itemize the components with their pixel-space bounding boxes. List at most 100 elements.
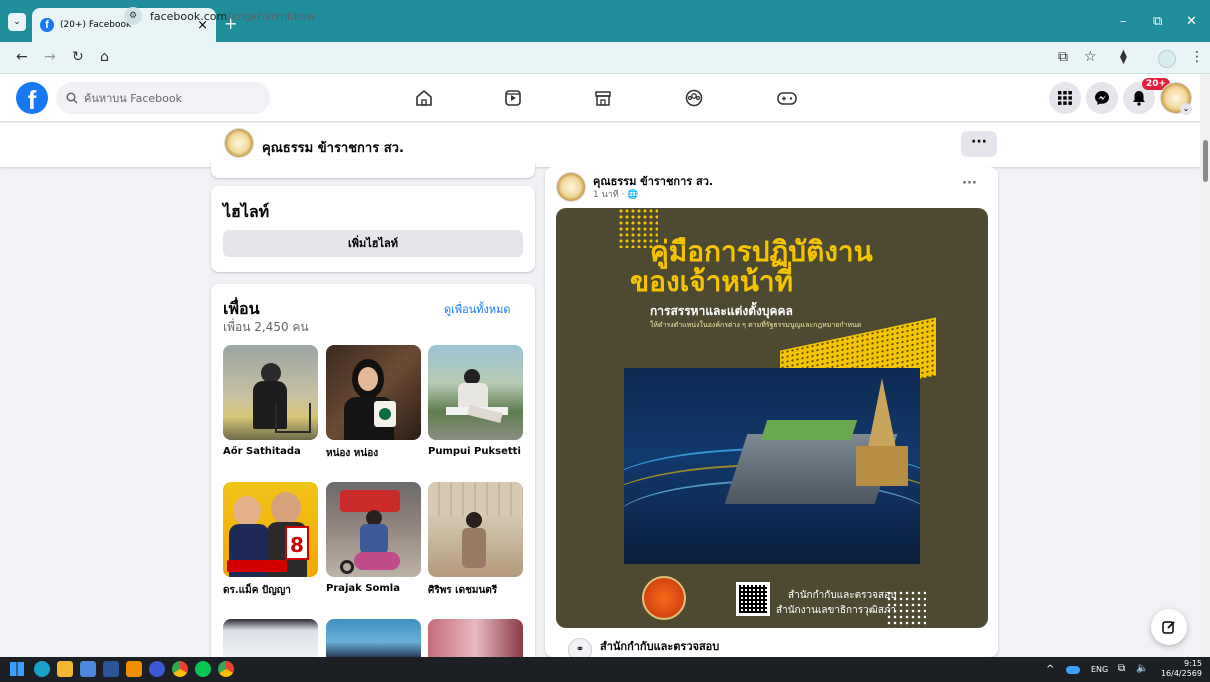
friend-name[interactable]: Aőr Sathitada	[223, 446, 318, 457]
friend-photo[interactable]	[326, 345, 421, 440]
post-more-button[interactable]: ···	[962, 176, 977, 191]
profile-avatar-small[interactable]	[224, 128, 254, 158]
search-placeholder: ค้นหาบน Facebook	[84, 92, 182, 105]
friend-name[interactable]: ศิริพร เดชมนตรี	[428, 583, 523, 598]
extensions-icon[interactable]: ⧫	[1120, 49, 1127, 65]
friend-name[interactable]: Prajak Somla	[326, 583, 421, 594]
word-icon[interactable]	[103, 661, 119, 677]
new-message-button[interactable]	[1151, 609, 1187, 645]
friend-card[interactable]: Pumpui Puksetti	[428, 345, 523, 457]
nav-marketplace-tab[interactable]	[590, 86, 616, 110]
poster-title-line2: ของเจ้าหน้าที่	[630, 265, 794, 298]
friend-photo[interactable]	[428, 345, 523, 440]
nav-video-tab[interactable]	[500, 86, 526, 110]
link-preview-title[interactable]: สำนักกำกับและตรวจสอบ	[600, 637, 719, 655]
friend-card[interactable]: หน่อง หน่อง	[326, 345, 421, 461]
friend-photo[interactable]	[428, 619, 523, 657]
back-arrow-icon[interactable]: ←	[16, 49, 28, 65]
intro-card-bottom	[211, 160, 535, 178]
volume-icon[interactable]: 🔈	[1136, 663, 1148, 674]
minimize-button[interactable]: –	[1120, 14, 1127, 29]
facebook-favicon-icon: f	[40, 18, 54, 32]
reload-icon[interactable]: ↻	[72, 49, 84, 65]
messenger-button[interactable]	[1086, 82, 1118, 114]
profile-sticky-header	[0, 123, 1200, 167]
marketplace-icon	[595, 91, 611, 106]
friend-card[interactable]: Prajak Somla	[326, 482, 421, 594]
poster-illustration	[624, 368, 920, 564]
chrome-profile-icon[interactable]	[218, 661, 234, 677]
friends-count: เพื่อน 2,450 คน	[223, 320, 309, 334]
home-icon[interactable]: ⌂	[100, 49, 109, 65]
scrollbar-thumb[interactable]	[1203, 140, 1208, 182]
friend-card[interactable]: 8 ดร.แม็ค ปัญญา	[223, 482, 318, 598]
add-highlights-button[interactable]: เพิ่มไฮไลท์	[223, 230, 523, 257]
profile-name[interactable]: คุณธรรม ข้าราชการ สว.	[262, 137, 404, 158]
friend-photo[interactable]	[223, 619, 318, 657]
restore-button[interactable]: ⧉	[1153, 14, 1162, 29]
nav-gaming-tab[interactable]	[774, 86, 800, 110]
facebook-logo[interactable]: f	[16, 82, 48, 114]
highlights-title: ไฮไลท์	[223, 202, 270, 221]
post-image[interactable]: คู่มือการปฏิบัติงาน ของเจ้าหน้าที่ การสร…	[556, 208, 988, 628]
address-toolbar	[0, 42, 1210, 74]
grid-menu-icon	[1058, 91, 1072, 105]
highlights-card	[211, 186, 535, 272]
facebook-search-input[interactable]: ค้นหาบน Facebook	[56, 82, 270, 114]
onedrive-icon[interactable]	[1066, 666, 1080, 674]
install-app-icon[interactable]: ⧉	[1058, 49, 1068, 65]
site-info-icon[interactable]: ⚙	[124, 7, 142, 25]
clock-date[interactable]: 16/4/2569	[1158, 669, 1202, 678]
friend-photo[interactable]: 8	[223, 482, 318, 577]
poster-subtitle: การสรรหาและแต่งตั้งบุคคล	[650, 304, 793, 318]
gaming-icon	[777, 92, 797, 105]
nav-groups-tab[interactable]	[681, 86, 707, 110]
network-icon[interactable]: ⧉	[1118, 663, 1125, 674]
friend-photo[interactable]	[326, 619, 421, 657]
close-window-button[interactable]: ✕	[1186, 14, 1197, 29]
notepad-icon[interactable]	[80, 661, 96, 677]
tray-chevron-icon[interactable]: ^	[1046, 664, 1054, 675]
post-timestamp[interactable]: 1 นาที · 🌐	[593, 187, 639, 201]
senate-seal-logo	[642, 576, 686, 620]
bookmark-star-icon[interactable]: ☆	[1084, 49, 1097, 65]
nav-home-tab[interactable]	[411, 86, 437, 110]
language-indicator[interactable]: ENG	[1091, 665, 1108, 674]
groups-icon	[685, 89, 703, 107]
clock-time[interactable]: 9:15	[1178, 659, 1202, 668]
home-icon	[416, 89, 432, 106]
edge-icon[interactable]	[34, 661, 50, 677]
app-icon[interactable]	[149, 661, 165, 677]
post-author-avatar[interactable]	[556, 172, 586, 202]
file-explorer-icon[interactable]	[57, 661, 73, 677]
qr-code	[736, 582, 770, 616]
poster-caption: ให้ดำรงตำแหน่งในองค์กรต่าง ๆ ตามที่รัฐธร…	[650, 321, 862, 329]
bell-icon	[1133, 91, 1145, 106]
line-icon[interactable]	[195, 661, 211, 677]
start-menu-icon[interactable]	[10, 662, 24, 676]
friend-name[interactable]: Pumpui Puksetti	[428, 446, 523, 457]
profile-more-button[interactable]: ···	[961, 131, 997, 157]
photos-icon[interactable]	[126, 661, 142, 677]
profile-icon[interactable]	[1158, 50, 1176, 68]
friend-name[interactable]: หน่อง หน่อง	[326, 446, 421, 461]
friend-photo[interactable]	[428, 482, 523, 577]
chevron-down-icon[interactable]: ⌄	[1180, 103, 1192, 115]
tab-search-button[interactable]: ⌄	[8, 13, 26, 31]
forward-arrow-icon[interactable]: →	[44, 49, 56, 65]
poster-org-line1: สำนักกำกับและตรวจสอบ	[788, 590, 897, 601]
search-icon	[66, 92, 78, 104]
friend-name[interactable]: ดร.แม็ค ปัญญา	[223, 583, 318, 598]
compose-icon	[1162, 621, 1175, 634]
messenger-icon	[1095, 91, 1109, 105]
omnibox[interactable]: ⚙ facebook.com/xngkhkrtnbbsw	[124, 4, 1054, 28]
friend-photo[interactable]	[326, 482, 421, 577]
see-all-friends-link[interactable]: ดูเพื่อนทั้งหมด	[444, 300, 511, 318]
friend-photo[interactable]	[223, 345, 318, 440]
url-text[interactable]: facebook.com/xngkhkrtnbbsw	[150, 10, 316, 23]
friend-card[interactable]: Aőr Sathitada	[223, 345, 318, 457]
friend-card[interactable]: ศิริพร เดชมนตรี	[428, 482, 523, 598]
menu-button[interactable]	[1049, 82, 1081, 114]
menu-kebab-icon[interactable]: ⋮	[1190, 49, 1204, 65]
chrome-icon[interactable]	[172, 661, 188, 677]
